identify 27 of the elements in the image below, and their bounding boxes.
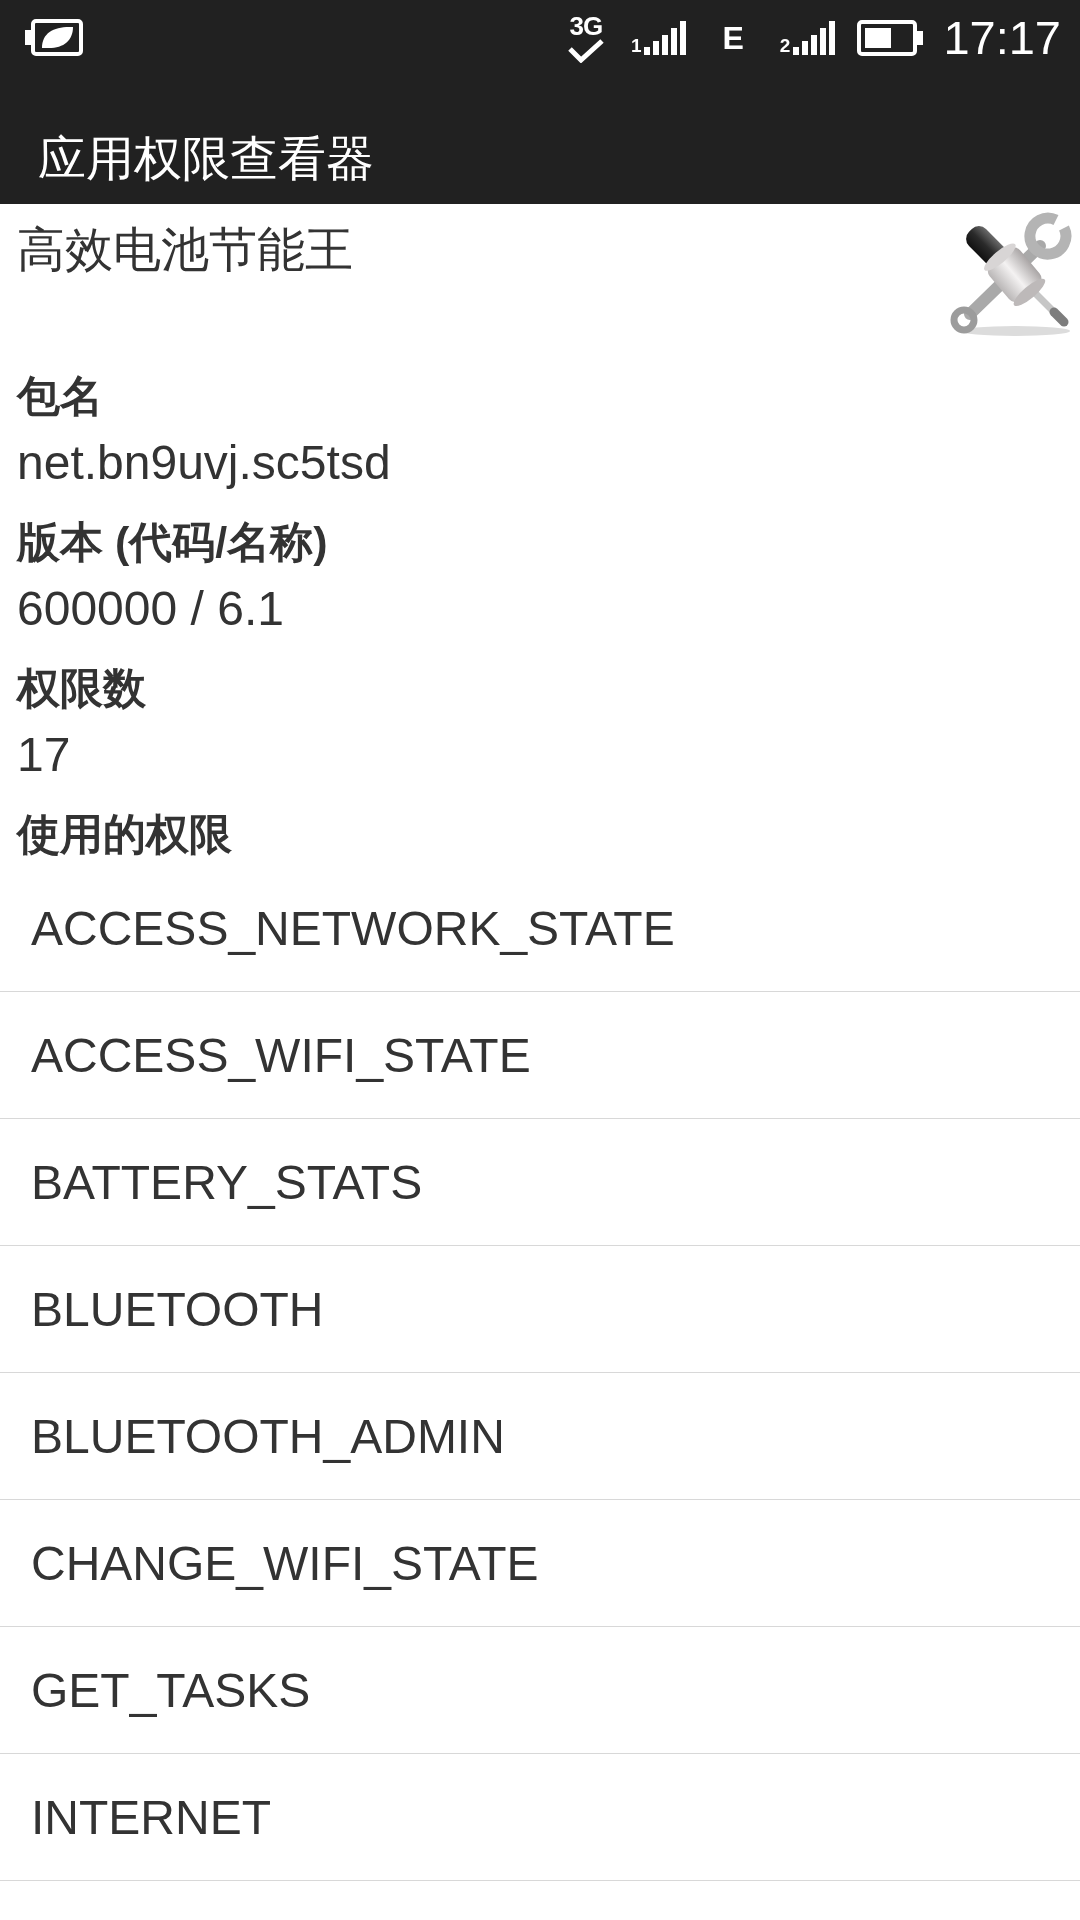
leaf-battery-icon <box>25 19 83 56</box>
field-value: 600000 / 6.1 <box>17 581 284 637</box>
permission-item[interactable]: INTERNET <box>0 1754 1080 1881</box>
permission-item[interactable]: GET_TASKS <box>0 1627 1080 1754</box>
permission-item[interactable]: BLUETOOTH <box>0 1246 1080 1373</box>
field-value: net.bn9uvj.sc5tsd <box>17 435 391 491</box>
network-type-label: E <box>722 21 744 54</box>
sim-number: 1 <box>630 35 642 55</box>
field-label: 版本 (代码/名称) <box>17 517 328 568</box>
permission-item[interactable]: BLUETOOTH_ADMIN <box>0 1373 1080 1500</box>
field-value: 17 <box>17 727 71 783</box>
permission-item[interactable]: ACCESS_WIFI_STATE <box>0 992 1080 1119</box>
sim-number: 2 <box>779 35 791 55</box>
clock-time: 17:17 <box>943 12 1061 63</box>
battery-icon <box>857 19 924 56</box>
network-type-label: 3G <box>569 12 603 39</box>
signal-icon <box>644 20 687 55</box>
field-label: 权限数 <box>17 663 146 714</box>
app-bar-title: 应用权限查看器 <box>38 130 374 187</box>
section-label: 使用的权限 <box>17 809 232 860</box>
check-icon <box>566 38 605 63</box>
permission-item[interactable]: BATTERY_STATS <box>0 1119 1080 1246</box>
permission-item[interactable]: CHANGE_WIFI_STATE <box>0 1500 1080 1627</box>
signal-icon <box>793 20 836 55</box>
field-label: 包名 <box>17 371 103 422</box>
app-name: 高效电池节能王 <box>17 222 353 278</box>
permission-item[interactable]: ACCESS_NETWORK_STATE <box>0 865 1080 992</box>
